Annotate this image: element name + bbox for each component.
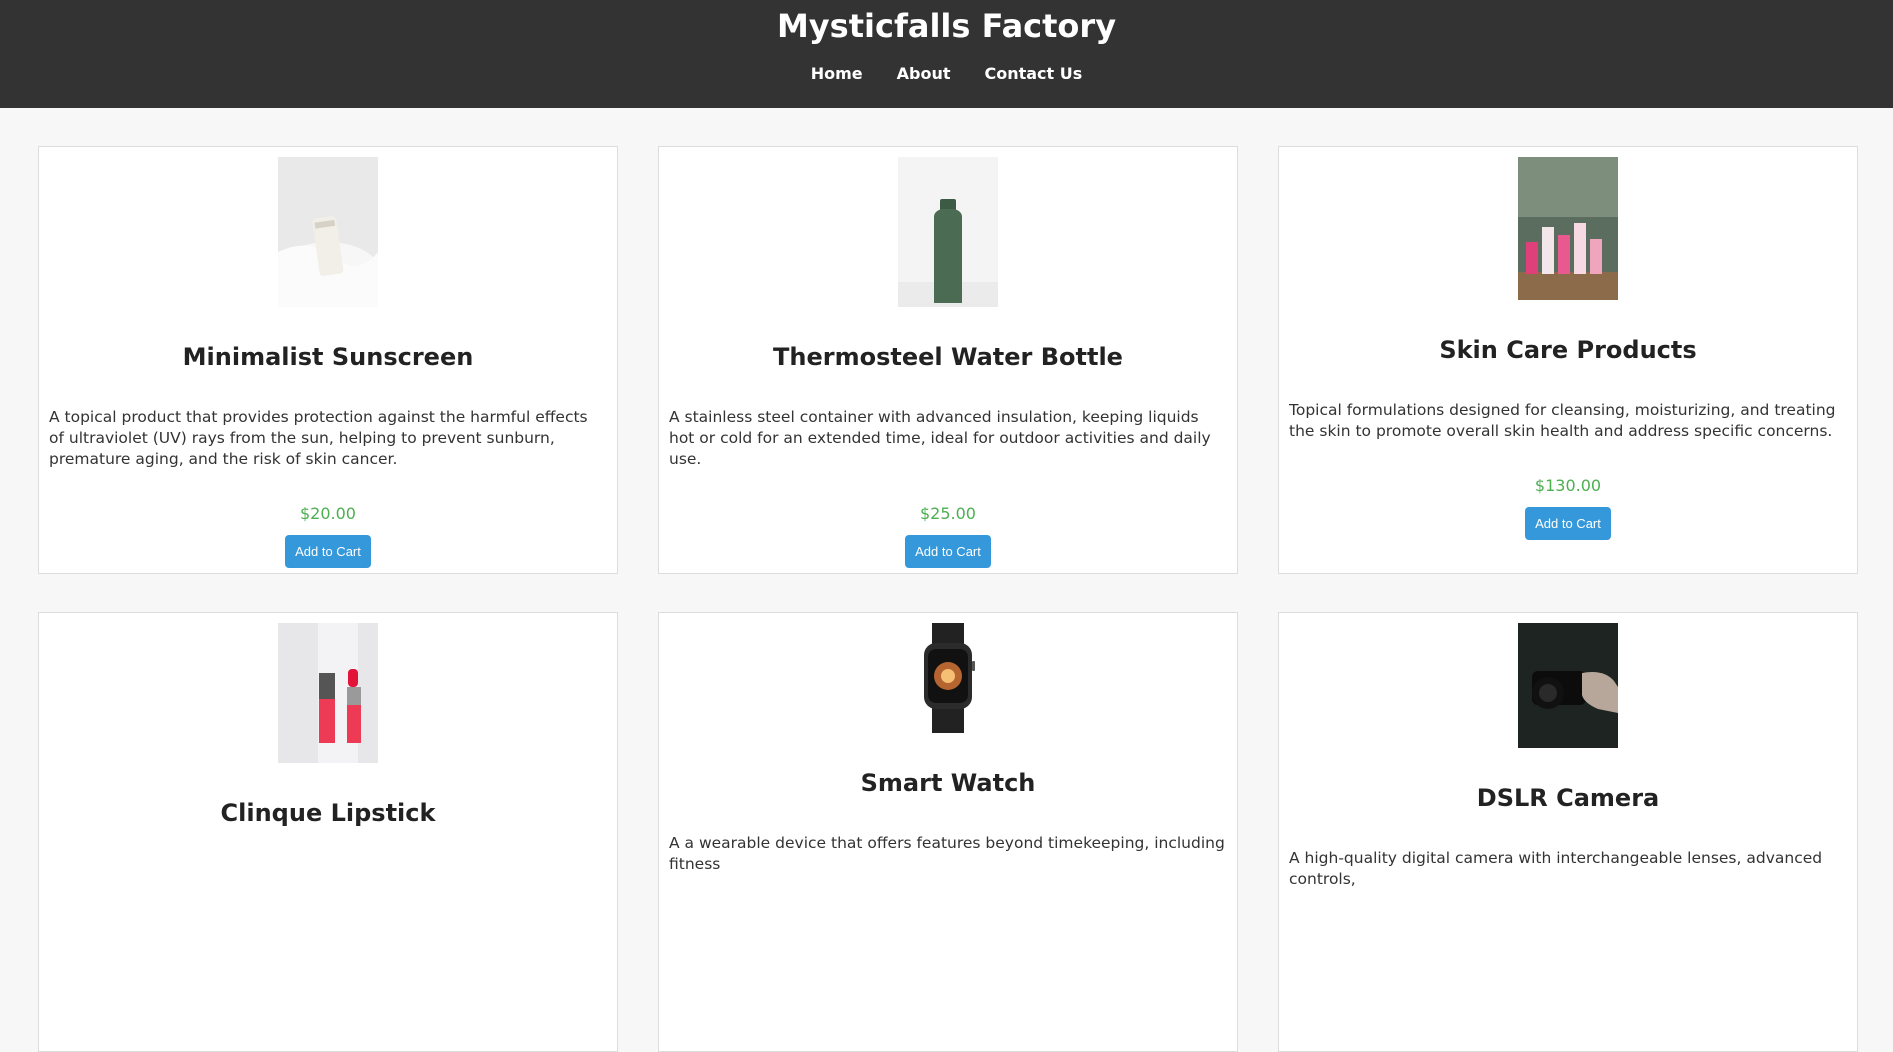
product-description: A topical product that provides protecti…	[49, 408, 588, 468]
product-name: Clinque Lipstick	[220, 799, 436, 827]
water-bottle-image	[898, 157, 998, 307]
sunscreen-image	[278, 157, 378, 307]
product-card: Skin Care Products Topical formulations …	[1278, 146, 1858, 574]
nav-about[interactable]: About	[897, 64, 951, 83]
product-price: $20.00	[300, 504, 356, 523]
product-description: A stainless steel container with advance…	[669, 408, 1211, 468]
site-header: Mysticfalls Factory Home About Contact U…	[0, 0, 1893, 108]
product-card: Smart Watch A a wearable device that off…	[658, 612, 1238, 1052]
skin-care-image	[1518, 157, 1618, 300]
product-description: Topical formulations designed for cleans…	[1289, 401, 1836, 440]
site-title: Mysticfalls Factory	[776, 7, 1117, 45]
product-description: A high-quality digital camera with inter…	[1289, 849, 1823, 888]
lipstick-image	[278, 623, 378, 763]
product-card: Thermosteel Water Bottle A stainless ste…	[658, 146, 1238, 574]
product-name: Minimalist Sunscreen	[182, 343, 474, 371]
product-name: DSLR Camera	[1476, 784, 1660, 812]
add-to-cart-button[interactable]: Add to Cart	[905, 535, 991, 568]
product-name: Thermosteel Water Bottle	[773, 343, 1123, 371]
product-price: $130.00	[1534, 476, 1602, 495]
add-to-cart-button[interactable]: Add to Cart	[285, 535, 371, 568]
product-card: Minimalist Sunscreen A topical product t…	[38, 146, 618, 574]
nav-contact-us[interactable]: Contact Us	[984, 64, 1082, 83]
main-nav: Home About Contact Us	[0, 64, 1893, 83]
smart-watch-image	[898, 623, 998, 733]
nav-home[interactable]: Home	[811, 64, 863, 83]
product-card: DSLR Camera A high-quality digital camer…	[1278, 612, 1858, 1052]
product-grid: Minimalist Sunscreen A topical product t…	[0, 108, 1893, 1052]
add-to-cart-button[interactable]: Add to Cart	[1525, 507, 1611, 540]
product-price: $25.00	[920, 504, 976, 523]
product-description: A a wearable device that offers features…	[669, 834, 1225, 873]
product-card: Clinque Lipstick	[38, 612, 618, 1052]
product-name: Smart Watch	[860, 769, 1036, 797]
dslr-camera-image	[1518, 623, 1618, 748]
product-name: Skin Care Products	[1439, 336, 1697, 364]
